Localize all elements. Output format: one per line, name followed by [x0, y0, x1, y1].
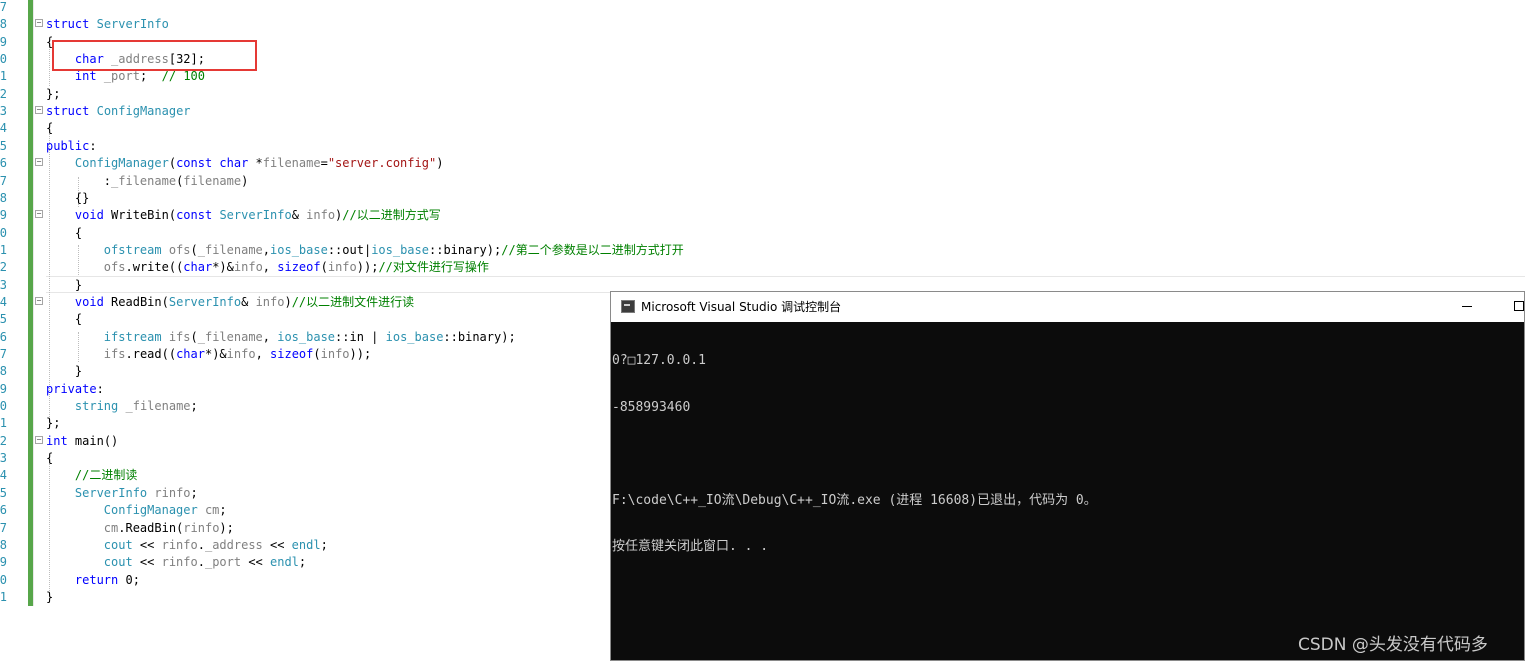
console-app-icon	[621, 300, 635, 313]
line-number: 2	[0, 86, 7, 101]
code-text: cout << rinfo._port << endl;	[103, 555, 307, 570]
console-output-line: -858993460	[612, 399, 691, 415]
code-text: {	[46, 312, 83, 327]
line-number: 5	[0, 485, 7, 500]
code-line[interactable]: 2};	[0, 86, 1525, 103]
debug-console-window[interactable]: Microsoft Visual Studio 调试控制台 0?□127.0.0…	[610, 291, 1525, 661]
code-text: ifs.read((char*)&info, sizeof(info));	[103, 347, 372, 361]
code-text: };	[46, 86, 61, 101]
code-text: ServerInfo rinfo;	[74, 485, 198, 500]
line-number: 0	[0, 399, 7, 414]
code-line[interactable]: 7 :_filename(filename)	[0, 173, 1525, 190]
code-text: string _filename;	[74, 399, 198, 414]
line-number: 7	[0, 520, 7, 535]
code-text: };	[46, 416, 61, 431]
maximize-button[interactable]	[1514, 301, 1524, 311]
code-line[interactable]: 3 − struct ConfigManager	[0, 103, 1525, 120]
code-text: {	[46, 121, 54, 136]
code-text: ofs.write((char*)&info, sizeof(info));//…	[103, 260, 489, 275]
code-text: struct ConfigManager	[46, 104, 191, 119]
code-text: {	[46, 451, 54, 466]
line-number: 0	[0, 225, 7, 240]
line-number: 1	[0, 589, 7, 604]
console-output-line: 0?□127.0.0.1	[612, 353, 706, 368]
code-text: ifstream ifs(_filename, ios_base::in | i…	[103, 329, 516, 344]
console-output-line: 按任意键关闭此窗口. . .	[612, 539, 769, 554]
code-text: int main()	[46, 433, 119, 448]
console-titlebar[interactable]: Microsoft Visual Studio 调试控制台	[611, 292, 1524, 322]
line-number: 2	[0, 260, 7, 275]
line-number: 5	[0, 312, 7, 327]
line-number: 8	[0, 537, 7, 552]
line-number: 8	[0, 17, 7, 32]
line-number: 1	[0, 69, 7, 84]
code-line[interactable]: 1 ofstream ofs(_filename,ios_base::out|i…	[0, 242, 1525, 259]
collapse-toggle-icon[interactable]: −	[35, 158, 43, 167]
code-text: public:	[46, 138, 97, 153]
line-number: 8	[0, 364, 7, 379]
line-number: 9	[0, 555, 7, 570]
line-number: 9	[0, 381, 7, 396]
code-line[interactable]: 6 − ConfigManager(const char *filename="s…	[0, 155, 1525, 172]
collapse-toggle-icon[interactable]: −	[35, 106, 43, 115]
line-number: 0	[0, 572, 7, 587]
line-number: 2	[0, 433, 7, 448]
code-text: ConfigManager(const char *filename="serv…	[74, 156, 444, 171]
code-text: :_filename(filename)	[46, 173, 249, 188]
line-number: 7	[0, 173, 7, 188]
collapse-toggle-icon[interactable]: −	[35, 296, 43, 305]
line-number: 7	[0, 347, 7, 361]
annotation-highlight-box	[52, 40, 257, 71]
line-number: 4	[0, 468, 7, 483]
code-line[interactable]: 5 public:	[0, 138, 1525, 155]
line-number: 7	[0, 0, 7, 14]
code-text: }	[46, 589, 54, 604]
code-line[interactable]: 9 − void WriteBin(const ServerInfo& info)…	[0, 207, 1525, 224]
line-number: 6	[0, 156, 7, 171]
line-number: 6	[0, 503, 7, 518]
collapse-toggle-icon[interactable]: −	[35, 19, 43, 28]
code-text: ConfigManager cm;	[103, 503, 227, 518]
line-number: 9	[0, 208, 7, 223]
code-text: struct ServerInfo	[46, 17, 169, 32]
code-text: return 0;	[74, 572, 140, 587]
code-text: cout << rinfo._address << endl;	[103, 537, 328, 552]
console-output[interactable]: 0?□127.0.0.1 -858993460 F:\code\C++_IO流\…	[611, 322, 1525, 660]
code-line[interactable]: 4{	[0, 120, 1525, 137]
line-number: 1	[0, 416, 7, 431]
line-number: 5	[0, 138, 7, 153]
console-title: Microsoft Visual Studio 调试控制台	[641, 300, 842, 314]
code-text: {}	[46, 190, 90, 205]
line-number: 9	[0, 34, 7, 49]
code-text: cm.ReadBin(rinfo);	[103, 520, 234, 535]
line-number: 1	[0, 242, 7, 257]
line-number: 6	[0, 329, 7, 344]
code-line[interactable]: 2 ofs.write((char*)&info, sizeof(info));…	[0, 259, 1525, 276]
watermark: CSDN @头发没有代码多	[1298, 635, 1488, 655]
code-line[interactable]: 8 − struct ServerInfo	[0, 16, 1525, 33]
code-text: void WriteBin(const ServerInfo& info)//以…	[74, 208, 441, 223]
code-line[interactable]: 8 {}	[0, 190, 1525, 207]
line-number: 3	[0, 451, 7, 466]
code-text: {	[46, 225, 83, 240]
code-line[interactable]: 0 {	[0, 225, 1525, 242]
line-number: 4	[0, 294, 7, 309]
collapse-toggle-icon[interactable]: −	[35, 435, 43, 444]
line-number: 8	[0, 190, 7, 205]
code-text: private:	[46, 381, 104, 396]
code-text: }	[46, 364, 83, 379]
line-number: 3	[0, 277, 7, 292]
line-number: 3	[0, 104, 7, 119]
code-text: ofstream ofs(_filename,ios_base::out|ios…	[103, 242, 684, 257]
code-text: //二进制读	[74, 468, 138, 483]
collapse-toggle-icon[interactable]: −	[35, 210, 43, 219]
code-text: }	[46, 277, 83, 292]
line-number: 4	[0, 121, 7, 136]
console-output-line: F:\code\C++_IO流\Debug\C++_IO流.exe (进程 16…	[612, 492, 1097, 508]
minimize-button[interactable]	[1462, 306, 1472, 307]
line-number: 0	[0, 52, 7, 67]
code-text: void ReadBin(ServerInfo& info)//以二进制文件进行…	[74, 294, 415, 309]
code-line[interactable]: 7	[0, 0, 1525, 16]
